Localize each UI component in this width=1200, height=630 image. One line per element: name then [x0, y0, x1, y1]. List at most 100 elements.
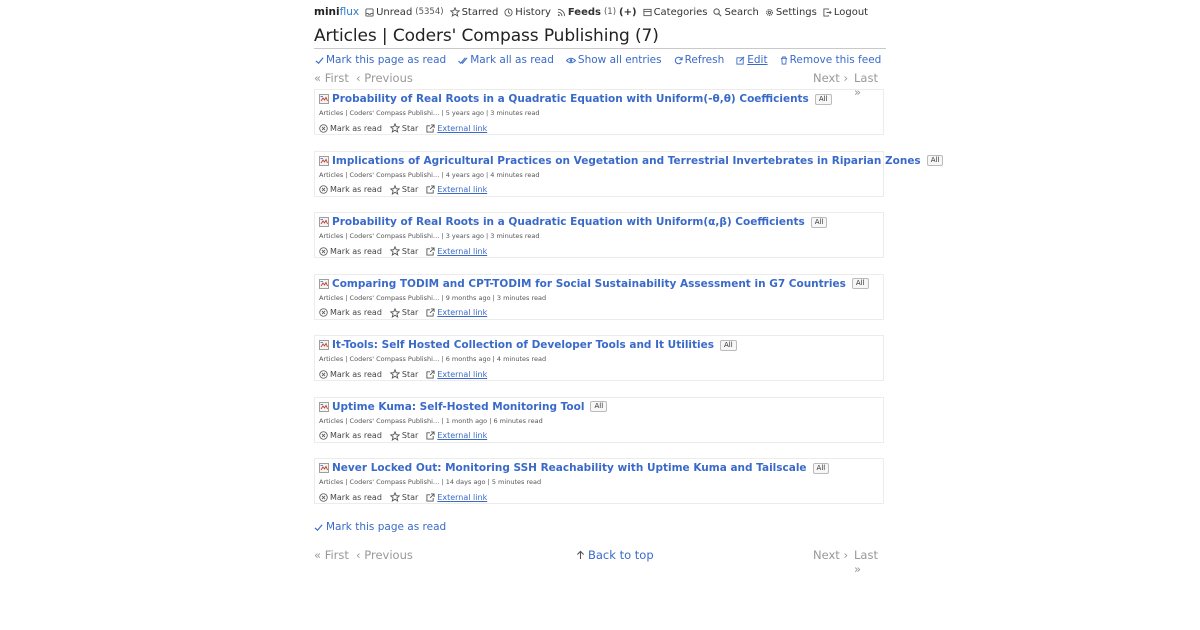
- entry-meta: Articles | Coders' Compass Publishi… | 4…: [319, 170, 540, 179]
- nav-add-feed-button[interactable]: (+): [619, 7, 637, 18]
- star-icon: [389, 492, 400, 502]
- entry-mark-read-button[interactable]: Mark as read: [319, 247, 382, 256]
- entry-external-link[interactable]: External link: [426, 493, 487, 502]
- footer-mark-page-read-button[interactable]: Mark this page as read: [314, 521, 446, 533]
- external-link-icon: [426, 246, 435, 256]
- entry-external-link[interactable]: External link: [426, 247, 487, 256]
- nav-categories[interactable]: Categories: [643, 6, 708, 18]
- entry-star-button[interactable]: Star: [389, 307, 418, 318]
- entry-title-row: Never Locked Out: Monitoring SSH Reachab…: [319, 462, 830, 474]
- edit-feed-button[interactable]: Edit: [736, 54, 768, 66]
- entry-mark-read-button[interactable]: Mark as read: [319, 493, 382, 502]
- entry-item: Uptime Kuma: Self-Hosted Monitoring Tool…: [314, 396, 884, 443]
- entry-category-badge[interactable]: All: [814, 93, 832, 105]
- entry-star-label: Star: [401, 492, 419, 502]
- entry-category-badge[interactable]: All: [851, 278, 869, 289]
- entry-external-link[interactable]: External link: [426, 185, 487, 194]
- external-link-icon: [426, 431, 435, 440]
- pager-next-bottom[interactable]: Next ›: [813, 548, 848, 562]
- nav-feeds[interactable]: Feeds (1) (+): [557, 7, 637, 18]
- logo-flux-text: flux: [339, 6, 360, 18]
- nav-unread-count: (5354): [415, 7, 444, 17]
- nav-starred[interactable]: Starred: [449, 7, 498, 18]
- entry-title-link[interactable]: Probability of Real Roots in a Quadratic…: [332, 93, 809, 105]
- circle-x-icon: [319, 308, 328, 317]
- nav-history[interactable]: History: [504, 7, 551, 18]
- entry-title-row: Comparing TODIM and CPT-TODIM for Social…: [319, 278, 869, 290]
- entry-external-link[interactable]: External link: [426, 308, 487, 317]
- entry-category-badge[interactable]: All: [812, 462, 830, 474]
- entry-actions: Mark as read Star External link: [319, 430, 495, 441]
- entry-mark-read-button[interactable]: Mark as read: [319, 308, 382, 317]
- refresh-button[interactable]: Refresh: [674, 54, 724, 66]
- entry-star-button[interactable]: Star: [389, 123, 418, 133]
- nav-logout[interactable]: Logout: [823, 7, 868, 18]
- entry-category-badge[interactable]: All: [810, 216, 828, 228]
- entry-mark-read-button[interactable]: Mark as read: [319, 431, 382, 440]
- entry-actions: Mark as read Star External link: [319, 123, 495, 133]
- entry-title-link[interactable]: Comparing TODIM and CPT-TODIM for Social…: [332, 278, 846, 290]
- star-icon: [449, 7, 460, 17]
- entry-external-link[interactable]: External link: [426, 370, 487, 379]
- mark-all-read-button[interactable]: Mark all as read: [458, 54, 554, 66]
- top-navigation: miniflux Unread (5354) Starred History F…: [314, 3, 886, 21]
- star-icon: [389, 369, 400, 379]
- pagination-top: « First ‹ Previous Next › Last »: [314, 71, 886, 99]
- entry-category-badge[interactable]: All: [590, 401, 608, 412]
- trash-icon: [780, 56, 787, 64]
- circle-x-icon: [319, 185, 328, 194]
- entry-star-label: Star: [401, 369, 419, 379]
- entry-star-button[interactable]: Star: [389, 430, 418, 441]
- entry-mark-read-label: Mark as read: [330, 308, 382, 317]
- entry-title-link[interactable]: Implications of Agricultural Practices o…: [332, 155, 921, 167]
- nav-logout-label: Logout: [833, 6, 869, 18]
- entry-star-button[interactable]: Star: [389, 246, 418, 256]
- entry-star-button[interactable]: Star: [389, 369, 419, 379]
- remove-feed-label: Remove this feed: [789, 54, 882, 66]
- remove-feed-button[interactable]: Remove this feed: [780, 54, 882, 66]
- feed-icon: [319, 278, 329, 289]
- entry-external-link-label: External link: [437, 492, 488, 502]
- entry-mark-read-button[interactable]: Mark as read: [319, 370, 382, 379]
- nav-settings[interactable]: Settings: [765, 7, 817, 18]
- entry-actions: Mark as read Star External link: [319, 184, 495, 195]
- circle-x-icon: [319, 492, 328, 502]
- check-icon: [314, 523, 323, 531]
- circle-x-icon: [319, 369, 328, 379]
- entry-category-badge[interactable]: All: [926, 155, 944, 166]
- entry-mark-read-label: Mark as read: [330, 246, 382, 256]
- history-icon: [504, 7, 513, 17]
- entry-star-button[interactable]: Star: [389, 184, 418, 195]
- nav-search[interactable]: Search: [713, 7, 759, 18]
- entry-title-link[interactable]: It-Tools: Self Hosted Collection of Deve…: [332, 339, 714, 351]
- entry-title-link[interactable]: Never Locked Out: Monitoring SSH Reachab…: [332, 462, 807, 474]
- entry-external-link[interactable]: External link: [426, 431, 487, 440]
- pager-last-bottom[interactable]: Last »: [854, 548, 886, 576]
- entry-actions: Mark as read Star External link: [319, 492, 495, 502]
- entry-title-link[interactable]: Probability of Real Roots in a Quadratic…: [332, 216, 805, 228]
- page-title: Articles | Coders' Compass Publishing (7…: [314, 26, 886, 49]
- back-to-top-link[interactable]: Back to top: [576, 548, 654, 562]
- show-all-entries-button[interactable]: Show all entries: [565, 54, 662, 66]
- logo[interactable]: miniflux: [314, 6, 359, 18]
- double-check-icon: [458, 56, 468, 64]
- entry-meta: Articles | Coders' Compass Publishi… | 6…: [319, 355, 547, 363]
- pager-previous-top[interactable]: ‹ Previous: [356, 71, 413, 85]
- pager-first-top[interactable]: « First: [314, 71, 349, 85]
- pager-previous-bottom[interactable]: ‹ Previous: [356, 548, 413, 562]
- star-icon: [389, 430, 400, 441]
- pager-next-top[interactable]: Next ›: [813, 71, 848, 85]
- nav-unread[interactable]: Unread (5354): [365, 7, 444, 18]
- star-icon: [389, 246, 400, 256]
- pager-first-bottom[interactable]: « First: [314, 548, 349, 562]
- entry-category-badge[interactable]: All: [720, 339, 737, 351]
- star-icon: [389, 123, 400, 133]
- entry-item: Implications of Agricultural Practices o…: [314, 150, 944, 197]
- mark-page-read-button[interactable]: Mark this page as read: [315, 54, 446, 66]
- nav-categories-label: Categories: [653, 6, 708, 18]
- entry-mark-read-button[interactable]: Mark as read: [319, 185, 382, 194]
- entry-mark-read-button[interactable]: Mark as read: [319, 124, 382, 133]
- entry-title-link[interactable]: Uptime Kuma: Self-Hosted Monitoring Tool: [332, 401, 584, 413]
- entry-star-button[interactable]: Star: [389, 492, 419, 502]
- entry-external-link[interactable]: External link: [426, 124, 487, 133]
